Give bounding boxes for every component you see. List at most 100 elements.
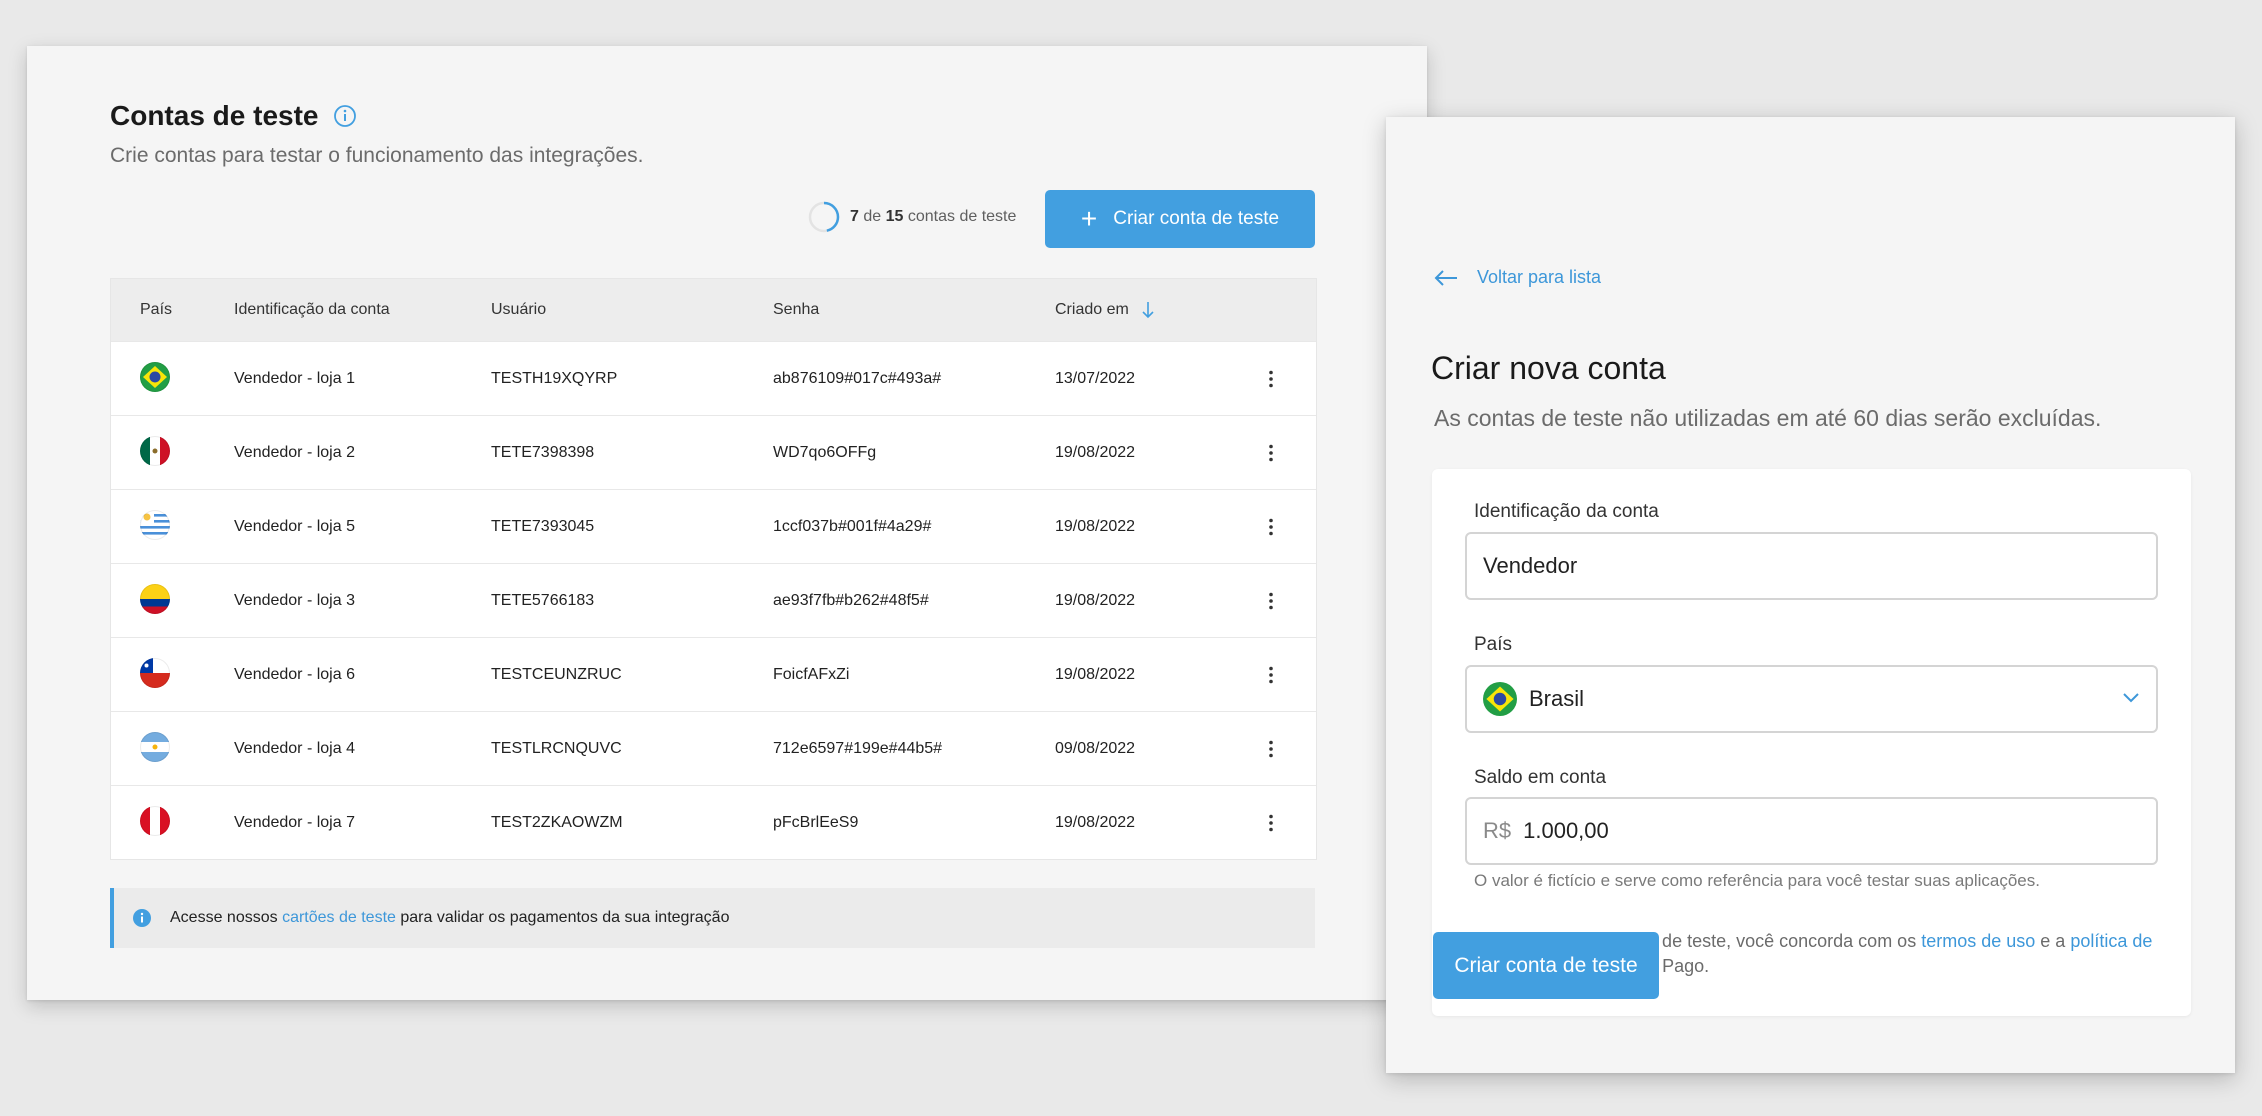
table-row: Vendedor - loja 7 TEST2ZKAOWZM pFcBrlEeS9 1…	[111, 785, 1316, 859]
more-vertical-icon[interactable]	[1269, 814, 1273, 832]
column-password: Senha	[773, 301, 820, 318]
flag-co-icon	[140, 583, 170, 614]
row-actions[interactable]	[1226, 592, 1316, 610]
password-cell: 1ccf037b#001f#4a29#	[773, 517, 932, 535]
info-icon	[133, 909, 151, 927]
currency-prefix: R$	[1483, 818, 1512, 843]
created-cell: 19/08/2022	[1055, 517, 1136, 535]
info-icon[interactable]	[333, 104, 357, 128]
country-cell	[111, 657, 234, 688]
account-id-cell: Vendedor - loja 7	[234, 813, 355, 831]
table-row: Vendedor - loja 4 TESTLRCNQUVC 712e6597#19…	[111, 711, 1316, 785]
column-account-id: Identificação da conta	[234, 301, 390, 318]
password-cell: ab876109#017c#493a#	[773, 369, 942, 387]
table-body: Vendedor - loja 1 TESTH19XQYRP ab876109#01…	[111, 341, 1316, 859]
created-cell: 13/07/2022	[1055, 369, 1136, 387]
account-id-cell: Vendedor - loja 2	[234, 443, 355, 461]
back-to-list-link[interactable]: Voltar para lista	[1433, 267, 1601, 288]
accounts-counter: 7 de 15 contas de teste	[808, 201, 1016, 233]
row-actions[interactable]	[1226, 370, 1316, 388]
flag-pe-icon	[140, 805, 170, 836]
row-actions[interactable]	[1226, 666, 1316, 684]
account-id-cell: Vendedor - loja 4	[234, 739, 355, 757]
test-cards-notice: Acesse nossos cartões de teste para vali…	[110, 888, 1315, 948]
user-cell: TEST2ZKAOWZM	[491, 813, 623, 831]
table-row: Vendedor - loja 5 TETE7393045 1ccf037b#001…	[111, 489, 1316, 563]
flag-cl-icon	[140, 657, 170, 688]
more-vertical-icon[interactable]	[1269, 444, 1273, 462]
account-id-cell: Vendedor - loja 1	[234, 369, 355, 387]
created-cell: 19/08/2022	[1055, 813, 1136, 831]
form-title: Criar nova conta	[1431, 350, 1666, 386]
country-cell	[111, 731, 234, 762]
more-vertical-icon[interactable]	[1269, 592, 1273, 610]
flag-ar-icon	[140, 731, 170, 762]
form-subtitle: As contas de teste não utilizadas em até…	[1434, 405, 2102, 431]
arrow-left-icon	[1434, 269, 1457, 286]
created-cell: 19/08/2022	[1055, 591, 1136, 609]
country-cell	[111, 805, 234, 836]
table-row: Vendedor - loja 1 TESTH19XQYRP ab876109#01…	[111, 341, 1316, 415]
column-country: País	[140, 301, 173, 318]
country-cell	[111, 435, 234, 466]
account-id-cell: Vendedor - loja 5	[234, 517, 355, 535]
row-actions[interactable]	[1226, 740, 1316, 758]
row-actions[interactable]	[1226, 814, 1316, 832]
user-cell: TETE5766183	[491, 591, 595, 609]
page-subtitle: Crie contas para testar o funcionamento …	[110, 144, 644, 167]
user-cell: TESTH19XQYRP	[491, 369, 618, 387]
brazil-flag-icon	[1483, 682, 1517, 716]
submit-create-account-button[interactable]: Criar conta de teste	[1433, 932, 1659, 999]
created-cell: 09/08/2022	[1055, 739, 1136, 757]
sort-desc-icon[interactable]	[1141, 301, 1155, 319]
user-cell: TESTCEUNZRUC	[491, 665, 622, 683]
created-cell: 19/08/2022	[1055, 443, 1136, 461]
user-cell: TETE7393045	[491, 517, 595, 535]
country-cell	[111, 361, 234, 392]
account-id-cell: Vendedor - loja 3	[234, 591, 355, 609]
balance-label: Saldo em conta	[1474, 767, 1607, 788]
more-vertical-icon[interactable]	[1269, 518, 1273, 536]
accounts-panel: Contas de teste Crie contas para testar …	[27, 46, 1427, 1000]
balance-help-text: O valor é fictício e serve como referênc…	[1474, 871, 2040, 890]
chevron-down-icon	[2123, 693, 2139, 703]
account-id-label: Identificação da conta	[1474, 501, 1659, 522]
page-title: Contas de teste	[110, 100, 357, 132]
terms-of-use-link[interactable]: termos de uso	[1921, 931, 2035, 951]
create-account-button[interactable]: + Criar conta de teste	[1045, 190, 1315, 248]
password-cell: pFcBrlEeS9	[773, 813, 859, 831]
column-created[interactable]: Criado em	[1055, 301, 1226, 319]
country-label: País	[1474, 634, 1513, 655]
balance-input[interactable]: R$ 1.000,00	[1465, 797, 2158, 865]
flag-mx-icon	[140, 435, 170, 466]
table-header: País Identificação da conta Usuário Senh…	[111, 279, 1316, 341]
progress-ring-icon	[808, 201, 840, 233]
password-cell: FoicfAFxZi	[773, 665, 850, 683]
account-id-input[interactable]: Vendedor	[1465, 532, 2158, 600]
user-cell: TETE7398398	[491, 443, 595, 461]
password-cell: ae93f7fb#b262#48f5#	[773, 591, 929, 609]
flag-uy-icon	[140, 509, 170, 540]
accounts-table: País Identificação da conta Usuário Senh…	[110, 278, 1317, 860]
user-cell: TESTLRCNQUVC	[491, 739, 622, 757]
row-actions[interactable]	[1226, 444, 1316, 462]
country-cell	[111, 509, 234, 540]
created-cell: 19/08/2022	[1055, 665, 1136, 683]
row-actions[interactable]	[1226, 518, 1316, 536]
flag-br-icon	[140, 361, 170, 392]
password-cell: WD7qo6OFFg	[773, 443, 877, 461]
create-account-panel: Voltar para lista Criar nova conta As co…	[1386, 117, 2235, 1073]
test-cards-link[interactable]: cartões de teste	[282, 909, 396, 926]
account-id-cell: Vendedor - loja 6	[234, 665, 355, 683]
table-row: Vendedor - loja 3 TETE5766183 ae93f7fb#b26…	[111, 563, 1316, 637]
column-user: Usuário	[491, 301, 547, 318]
table-row: Vendedor - loja 6 TESTCEUNZRUC FoicfAFxZi 1…	[111, 637, 1316, 711]
more-vertical-icon[interactable]	[1269, 740, 1273, 758]
table-row: Vendedor - loja 2 TETE7398398 WD7qo6OFFg 19…	[111, 415, 1316, 489]
more-vertical-icon[interactable]	[1269, 370, 1273, 388]
country-cell	[111, 583, 234, 614]
plus-icon: +	[1080, 203, 1098, 234]
more-vertical-icon[interactable]	[1269, 666, 1273, 684]
country-select[interactable]: Brasil	[1465, 665, 2158, 733]
password-cell: 712e6597#199e#44b5#	[773, 739, 943, 757]
